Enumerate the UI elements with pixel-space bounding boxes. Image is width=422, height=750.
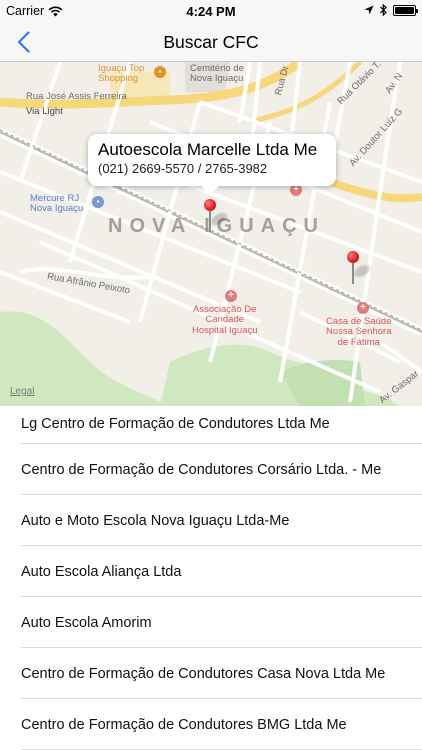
driving-school-list: Lg Centro de Formação de Condutores Ltda… [0, 406, 422, 750]
status-bar: Carrier 4:24 PM [0, 0, 422, 22]
hospital-icon: + [357, 302, 369, 314]
list-item[interactable]: Auto Escola Aliança Ltda [0, 546, 422, 597]
map-label-mercure: Mercure RJ Nova Iguaçu [30, 193, 84, 215]
map-label-shopping: Iguaçu Top Shopping [98, 63, 145, 85]
bluetooth-icon [380, 4, 387, 16]
hotel-icon: ▪ [92, 196, 104, 208]
list-item[interactable]: Lg Centro de Formação de Condutores Ltda… [0, 406, 422, 444]
list-item[interactable]: Centro de Formação de Condutores Corsári… [0, 444, 422, 495]
map-callout[interactable]: Autoescola Marcelle Ltda Me (021) 2669-5… [88, 134, 336, 195]
callout-phones: (021) 2669-5570 / 2765-3982 [98, 161, 268, 176]
map-label-cemetery: Cemitério de Nova Iguaçu [190, 63, 244, 85]
list-item[interactable]: Auto Escola Amorim [0, 597, 422, 648]
map-pin[interactable] [347, 251, 373, 285]
battery-icon [393, 4, 418, 16]
navigation-bar: Buscar CFC [0, 22, 422, 62]
hospital-icon: + [225, 290, 237, 302]
map-view[interactable]: Iguaçu Top Shopping ▪ Cemitério de Nova … [0, 62, 422, 406]
map-label-associacao: Associação De Caridade Hospital Iguaçu [192, 304, 258, 336]
map-label-rua-jose: Rua José Assis Ferreira [26, 91, 127, 102]
location-arrow-icon [364, 5, 374, 15]
battery-fill [395, 6, 414, 14]
shopping-bag-icon: ▪ [154, 66, 166, 78]
list-item[interactable]: Centro de Formação de Condutores BMG Ltd… [0, 699, 422, 750]
callout-title: Autoescola Marcelle Ltda Me [98, 140, 318, 159]
page-title: Buscar CFC [163, 32, 259, 52]
list-item[interactable]: Auto e Moto Escola Nova Iguaçu Ltda-Me [0, 495, 422, 546]
map-pin-selected[interactable] [204, 199, 230, 233]
map-label-casa-saude: Casa de Saúde Nossa Senhora de Fátima [326, 316, 392, 348]
legal-link[interactable]: Legal [10, 386, 34, 397]
status-right [364, 4, 418, 16]
list-item[interactable]: Centro de Formação de Condutores Casa No… [0, 648, 422, 699]
status-time: 4:24 PM [186, 4, 236, 19]
map-label-via-light: Via Light [26, 106, 63, 117]
